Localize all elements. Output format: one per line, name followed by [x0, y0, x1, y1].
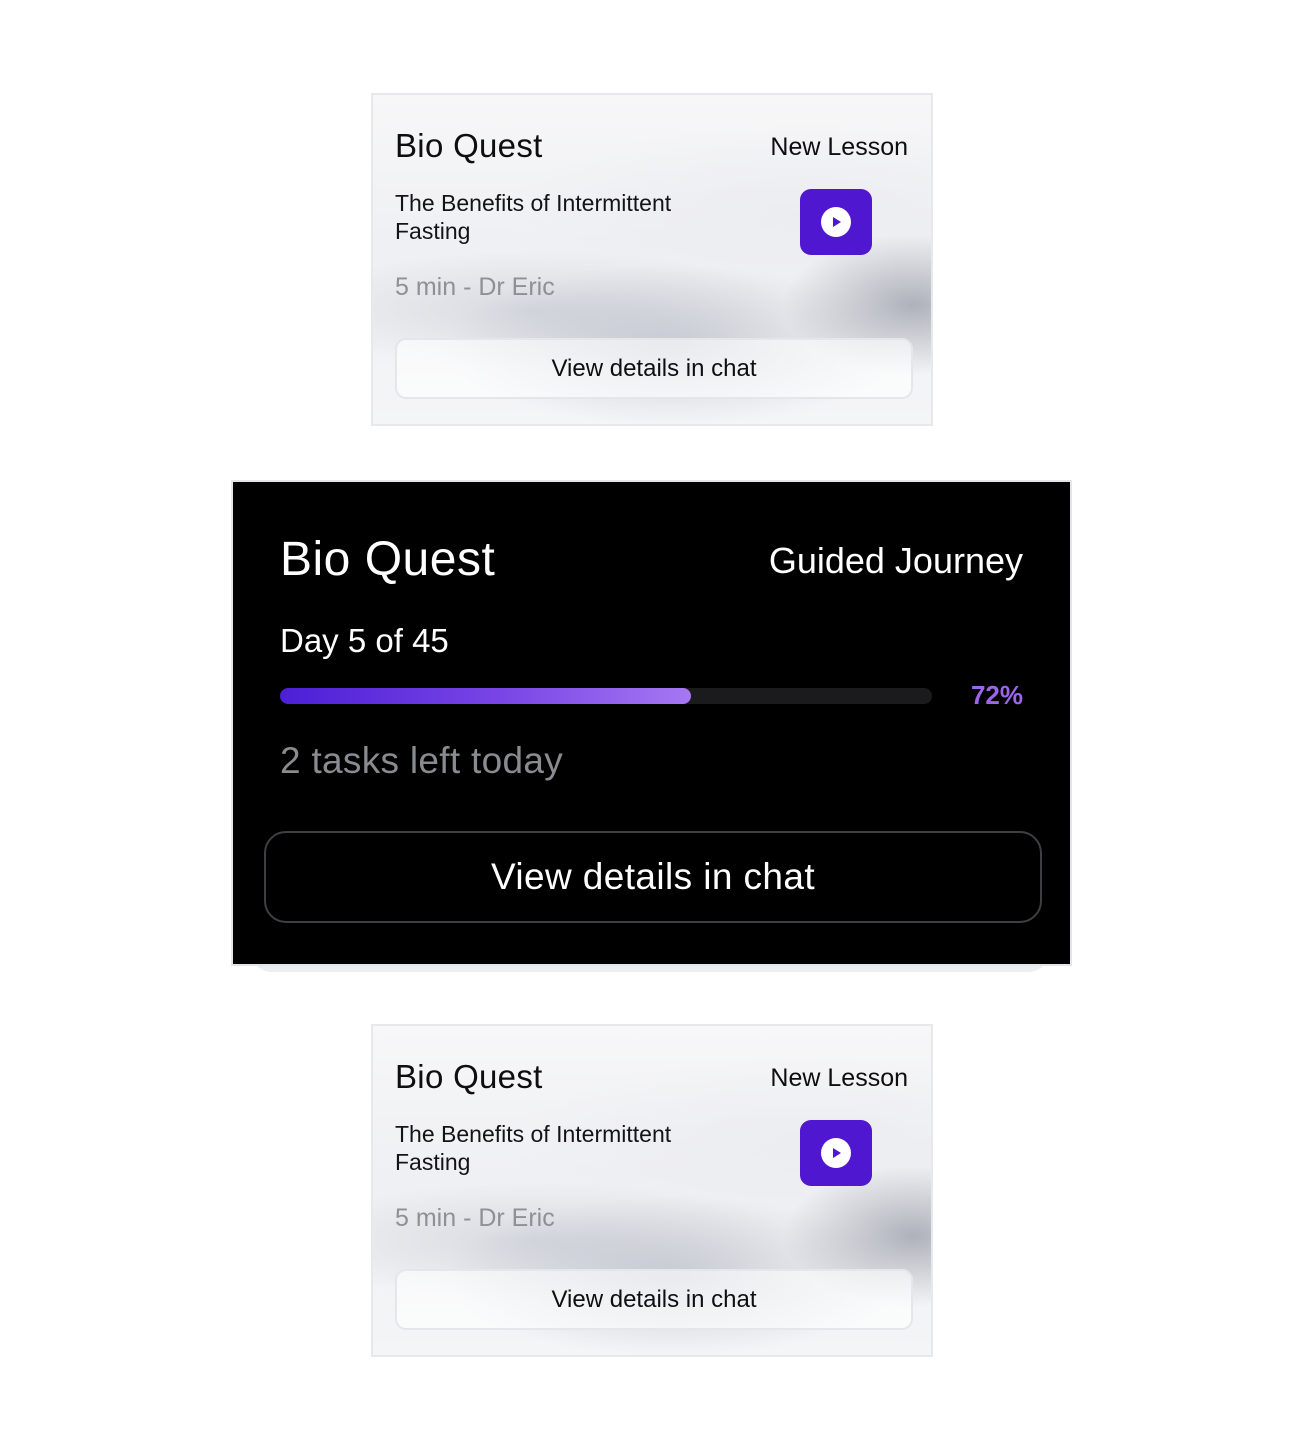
progress-fill [280, 688, 691, 704]
progress-percent: 72% [970, 680, 1023, 710]
lesson-meta: 5 min - Dr Eric [395, 1204, 555, 1232]
journey-card: Bio Quest Guided Journey Day 5 of 45 72%… [231, 480, 1072, 966]
lesson-meta: 5 min - Dr Eric [395, 273, 555, 301]
play-button[interactable] [800, 1120, 872, 1186]
play-button[interactable] [800, 189, 872, 255]
stage: Bio Quest New Lesson The Benefits of Int… [0, 0, 1302, 1450]
view-details-button[interactable]: View details in chat [264, 831, 1042, 923]
tasks-left: 2 tasks left today [280, 740, 564, 781]
progress-track [280, 688, 932, 704]
day-counter: Day 5 of 45 [280, 622, 449, 659]
view-details-button[interactable]: View details in chat [395, 338, 913, 399]
lesson-title: The Benefits of Intermittent Fasting [395, 190, 672, 244]
card-tag: Guided Journey [768, 540, 1023, 581]
card-tag: New Lesson [770, 1064, 908, 1092]
view-details-button[interactable]: View details in chat [395, 1269, 913, 1330]
card-tag: New Lesson [770, 133, 908, 161]
play-icon [821, 207, 851, 237]
card-title: Bio Quest [395, 127, 543, 164]
card-title: Bio Quest [280, 533, 496, 586]
lesson-card-top: Bio Quest New Lesson The Benefits of Int… [371, 93, 933, 426]
card-title: Bio Quest [395, 1058, 543, 1095]
lesson-card-bottom: Bio Quest New Lesson The Benefits of Int… [371, 1024, 933, 1357]
play-icon [821, 1138, 851, 1168]
lesson-title: The Benefits of Intermittent Fasting [395, 1121, 672, 1175]
